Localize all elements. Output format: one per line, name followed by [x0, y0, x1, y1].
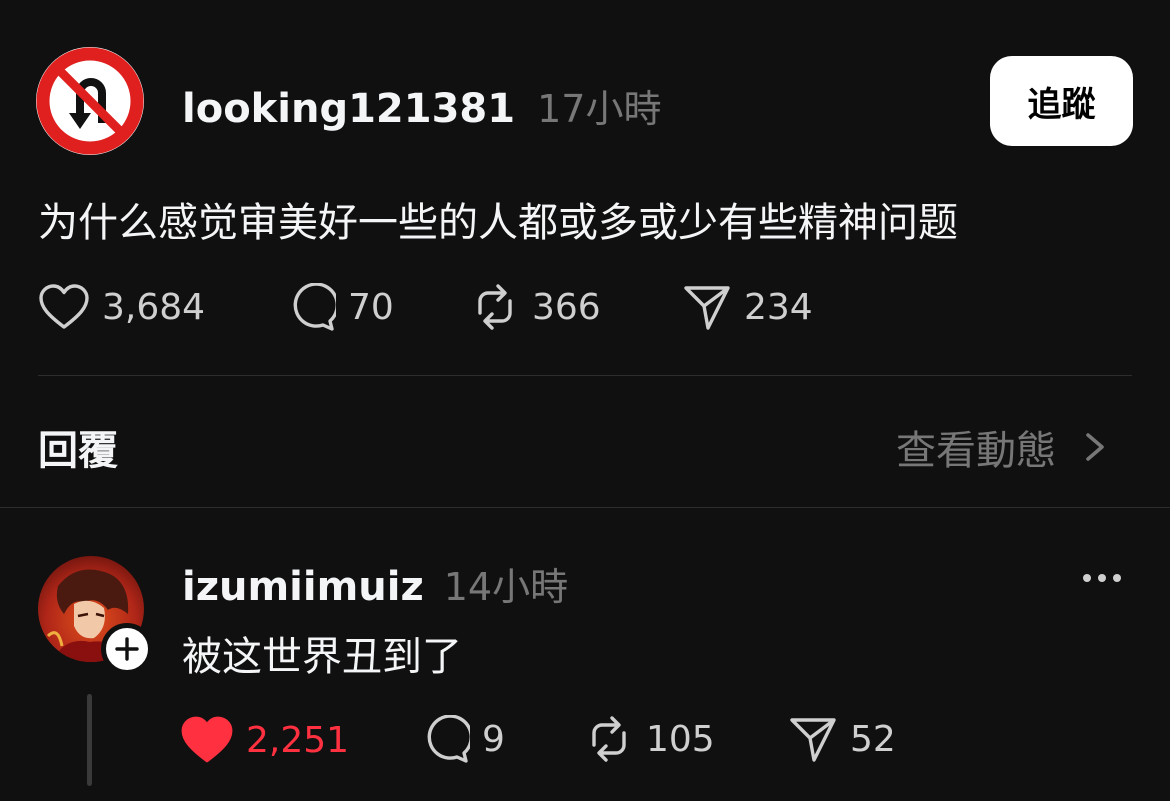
divider — [0, 507, 1170, 508]
more-options-button[interactable] — [1080, 568, 1124, 592]
reply-like-count: 2,251 — [246, 719, 350, 761]
share-count: 234 — [744, 286, 813, 328]
reply-comment-button[interactable]: 9 — [420, 715, 505, 763]
repost-icon — [478, 284, 512, 330]
comment-icon — [427, 715, 470, 763]
reply-share-button[interactable]: 52 — [788, 715, 896, 763]
reply-timestamp: 14小時 — [443, 565, 569, 609]
plus-icon — [115, 637, 139, 661]
post-timestamp: 17小時 — [537, 87, 662, 131]
divider — [38, 375, 1132, 376]
comment-count: 70 — [348, 286, 394, 328]
share-icon — [790, 718, 836, 762]
comment-icon — [293, 283, 336, 331]
repost-count: 366 — [532, 286, 601, 328]
heart-icon — [181, 716, 233, 763]
reply-share-count: 52 — [850, 718, 896, 760]
more-icon — [1083, 574, 1121, 582]
reply-repost-count: 105 — [646, 718, 715, 760]
replies-heading: 回覆 — [38, 428, 118, 474]
thread-line — [87, 694, 92, 786]
follow-plus-button[interactable] — [101, 623, 153, 675]
reply-text: 被这世界丑到了 — [182, 634, 462, 680]
author-avatar[interactable] — [36, 47, 144, 155]
view-activity-label: 查看動態 — [896, 428, 1056, 474]
reply-username[interactable]: izumiimuiz — [182, 564, 424, 610]
view-activity-link[interactable]: 查看動態 — [896, 418, 1114, 476]
like-button[interactable]: 3,684 — [38, 283, 205, 331]
comment-button[interactable]: 70 — [286, 283, 394, 331]
chevron-right-icon — [1086, 433, 1104, 461]
share-icon — [684, 286, 730, 330]
no-u-turn-icon — [36, 47, 144, 155]
heart-icon — [39, 284, 89, 329]
reply-repost-button[interactable]: 105 — [584, 715, 715, 763]
author-username[interactable]: looking121381 — [182, 86, 515, 132]
post-text: 为什么感觉审美好一些的人都或多或少有些精神问题 — [38, 200, 958, 246]
repost-icon — [592, 716, 626, 762]
reply-like-button[interactable]: 2,251 — [180, 715, 349, 765]
share-button[interactable]: 234 — [682, 283, 813, 331]
reply-comment-count: 9 — [482, 718, 505, 760]
repost-button[interactable]: 366 — [470, 283, 601, 331]
like-count: 3,684 — [102, 286, 206, 328]
follow-button[interactable]: 追蹤 — [990, 56, 1133, 146]
